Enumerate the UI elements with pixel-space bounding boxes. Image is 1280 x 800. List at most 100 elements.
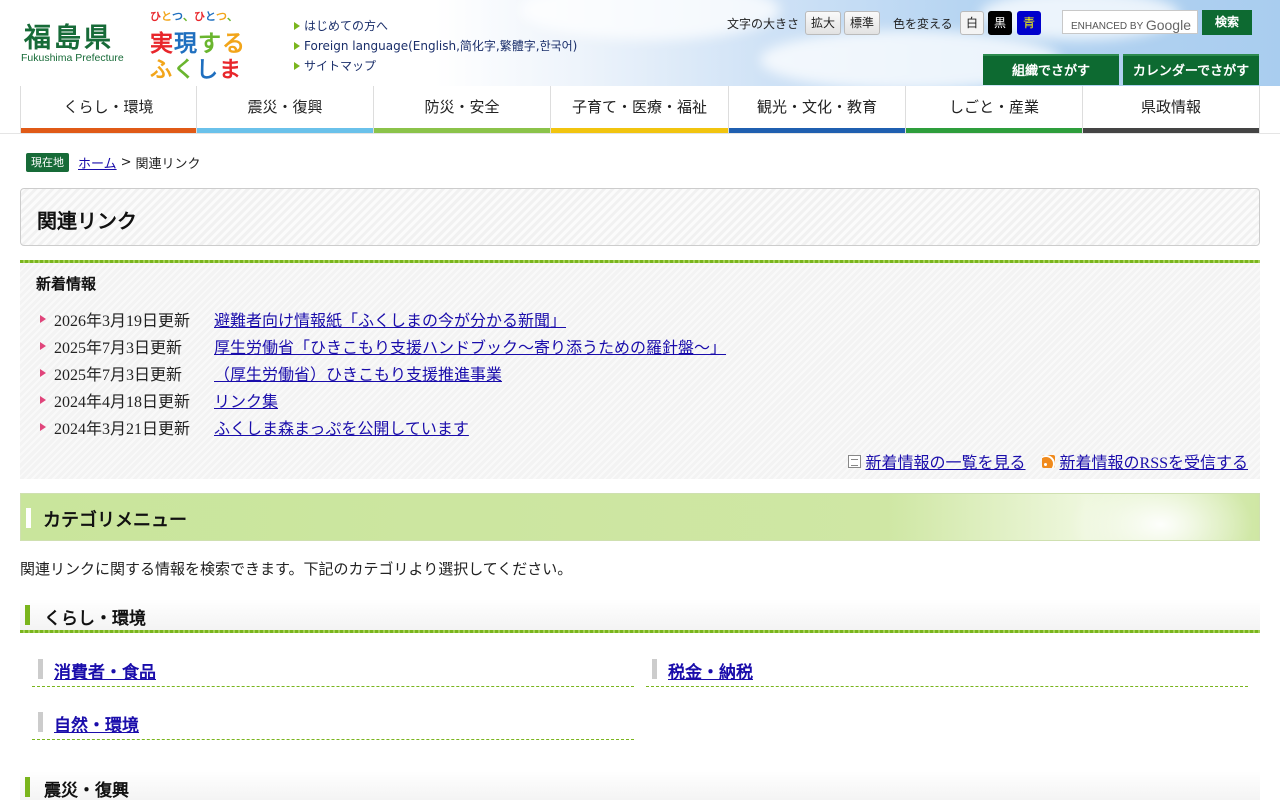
slogan-char: し xyxy=(196,58,220,83)
news-date: 2024年4月18日更新 xyxy=(54,394,191,412)
breadcrumb-current: 関連リンク xyxy=(135,156,201,172)
category-link-nature-environment[interactable]: 自然・環境 xyxy=(32,710,634,740)
news-link[interactable]: 避難者向け情報紙「ふくしまの今が分かる新聞」 xyxy=(214,307,566,331)
news-item: 2025年7月3日更新 厚生労働省「ひきこもり支援ハンドブック～寄り添うための羅針… xyxy=(40,332,726,359)
breadcrumb-location-tag: 現在地 xyxy=(26,152,69,172)
page-title-box: 関連リンク xyxy=(20,188,1260,246)
news-date: 2025年7月3日更新 xyxy=(54,366,183,384)
news-date: 2025年7月3日更新 xyxy=(54,339,183,357)
nav-item-label: しごと・産業 xyxy=(948,98,1039,116)
news-date: 2024年3月21日更新 xyxy=(54,421,191,439)
color-white-button[interactable]: 白 xyxy=(960,11,984,35)
nav-item-childcare-medical-welfare[interactable]: 子育て・医療・福祉 xyxy=(551,86,729,133)
quick-link-label: サイトマップ xyxy=(304,59,377,73)
color-black-button[interactable]: 黒 xyxy=(988,11,1012,35)
news-link[interactable]: ふくしま森まっぷを公開しています xyxy=(214,415,469,439)
logo-title: 福島県 xyxy=(24,23,114,54)
news-link[interactable]: （厚生労働省）ひきこもり支援推進事業 xyxy=(214,361,502,385)
slogan-char: と xyxy=(161,10,172,23)
nav-item-disaster-recovery[interactable]: 震災・復興 xyxy=(197,86,374,133)
link-mark xyxy=(652,659,657,679)
nav-item-disaster-prevention[interactable]: 防災・安全 xyxy=(374,86,551,133)
slogan-char: 、 xyxy=(227,10,238,23)
nav-item-tourism-culture-education[interactable]: 観光・文化・教育 xyxy=(729,86,906,133)
slogan-logo: ひとつ、ひとつ、 実現する ふくしま xyxy=(150,8,246,83)
logo-subtitle: Fukushima Prefecture xyxy=(21,52,124,64)
triangle-bullet-icon xyxy=(294,62,300,70)
news-link[interactable]: 厚生労働省「ひきこもり支援ハンドブック～寄り添うための羅針盤～」 xyxy=(214,334,726,358)
slogan-char: ひ xyxy=(194,10,205,23)
text-size-label: 文字の大きさ xyxy=(727,17,800,31)
nav-divider xyxy=(0,133,1280,134)
category-link-label[interactable]: 消費者・食品 xyxy=(54,658,156,683)
category-section-label: くらし・環境 xyxy=(44,609,146,629)
pink-arrow-icon xyxy=(40,341,46,350)
pink-arrow-icon xyxy=(40,314,46,323)
slogan-char: つ xyxy=(216,10,227,23)
news-date: 2026年3月19日更新 xyxy=(54,312,191,330)
nav-item-label: 子育て・医療・福祉 xyxy=(571,98,707,116)
news-footer: 新着情報の一覧を見る 新着情報のRSSを受信する xyxy=(847,449,1248,473)
quick-links: はじめての方へ Foreign language(English,简化字,繁體字… xyxy=(294,16,577,76)
slogan-char: つ xyxy=(172,10,183,23)
quick-link-label: Foreign language(English,简化字,繁體字,한국어) xyxy=(304,39,578,53)
slogan-char: ま xyxy=(219,58,243,83)
news-rss-link[interactable]: 新着情報のRSSを受信する xyxy=(1060,449,1248,473)
category-section-heading: くらし・環境 xyxy=(20,599,1260,633)
find-by-organization-button[interactable]: 組織でさがす xyxy=(983,54,1119,85)
slogan-char: く xyxy=(173,58,197,83)
nav-item-label: くらし・環境 xyxy=(63,98,154,116)
nav-item-living-environment[interactable]: くらし・環境 xyxy=(20,86,197,133)
news-item: 2024年3月21日更新 ふくしま森まっぷを公開しています xyxy=(40,414,726,441)
pink-arrow-icon xyxy=(40,423,46,432)
search-button[interactable]: 検索 xyxy=(1202,10,1252,35)
link-mark xyxy=(38,712,43,732)
slogan-char: ふ xyxy=(150,58,174,83)
text-size-standard-button[interactable]: 標準 xyxy=(844,11,880,35)
link-mark xyxy=(38,659,43,679)
rss-icon xyxy=(1041,454,1055,468)
heading-mark xyxy=(26,508,31,528)
news-list: 2026年3月19日更新 避難者向け情報紙「ふくしまの今が分かる新聞」 2025年… xyxy=(40,305,726,441)
slogan-char: 、 xyxy=(183,10,194,23)
nav-item-prefectural-government[interactable]: 県政情報 xyxy=(1083,86,1260,133)
category-link-consumer-food[interactable]: 消費者・食品 xyxy=(32,657,634,687)
quick-link-foreign-language[interactable]: Foreign language(English,简化字,繁體字,한국어) xyxy=(294,36,577,56)
category-link-label[interactable]: 税金・納税 xyxy=(668,658,753,683)
global-nav: くらし・環境 震災・復興 防災・安全 子育て・医療・福祉 観光・文化・教育 しご… xyxy=(20,86,1260,133)
news-section: 新着情報 2026年3月19日更新 避難者向け情報紙「ふくしまの今が分かる新聞」 … xyxy=(20,260,1260,479)
header-glow-decoration xyxy=(1061,494,1259,540)
heading-mark xyxy=(25,777,30,797)
search-input[interactable] xyxy=(1063,11,1197,33)
color-blue-button[interactable]: 青 xyxy=(1017,11,1041,35)
category-section-heading: 震災・復興 xyxy=(20,771,1260,800)
nav-item-label: 防災・安全 xyxy=(424,98,500,116)
category-link-tax[interactable]: 税金・納税 xyxy=(646,657,1248,687)
category-menu-header: カテゴリメニュー xyxy=(20,493,1260,541)
breadcrumb-separator: > xyxy=(120,154,132,170)
news-item: 2024年4月18日更新 リンク集 xyxy=(40,387,726,414)
news-list-link[interactable]: 新着情報の一覧を見る xyxy=(866,449,1026,473)
find-by-calendar-button[interactable]: カレンダーでさがす xyxy=(1123,54,1259,85)
slogan-row: ふくしま xyxy=(150,52,246,84)
text-size-enlarge-button[interactable]: 拡大 xyxy=(805,11,841,35)
breadcrumb-home-link[interactable]: ホーム xyxy=(78,153,117,172)
category-menu-title: カテゴリメニュー xyxy=(43,510,187,531)
news-heading: 新着情報 xyxy=(36,275,97,293)
quick-link-first-time[interactable]: はじめての方へ xyxy=(294,16,577,36)
slogan-row: ひとつ、ひとつ、 xyxy=(150,8,246,24)
page-title: 関連リンク xyxy=(37,209,137,233)
news-item: 2025年7月3日更新 （厚生労働省）ひきこもり支援推進事業 xyxy=(40,359,726,386)
quick-link-label: はじめての方へ xyxy=(304,19,389,33)
list-icon xyxy=(847,454,861,468)
breadcrumb: 現在地 ホーム > 関連リンク xyxy=(26,151,201,173)
category-section-label: 震災・復興 xyxy=(44,781,129,800)
color-change-label: 色を変える xyxy=(893,17,953,31)
nav-item-label: 震災・復興 xyxy=(247,98,323,116)
news-link[interactable]: リンク集 xyxy=(214,388,278,412)
nav-item-work-industry[interactable]: しごと・産業 xyxy=(906,86,1083,133)
quick-link-sitemap[interactable]: サイトマップ xyxy=(294,56,577,76)
site-search-box[interactable]: ENHANCED BY Google xyxy=(1062,10,1198,34)
slogan-char: ひ xyxy=(150,10,161,23)
category-link-label[interactable]: 自然・環境 xyxy=(54,711,139,736)
